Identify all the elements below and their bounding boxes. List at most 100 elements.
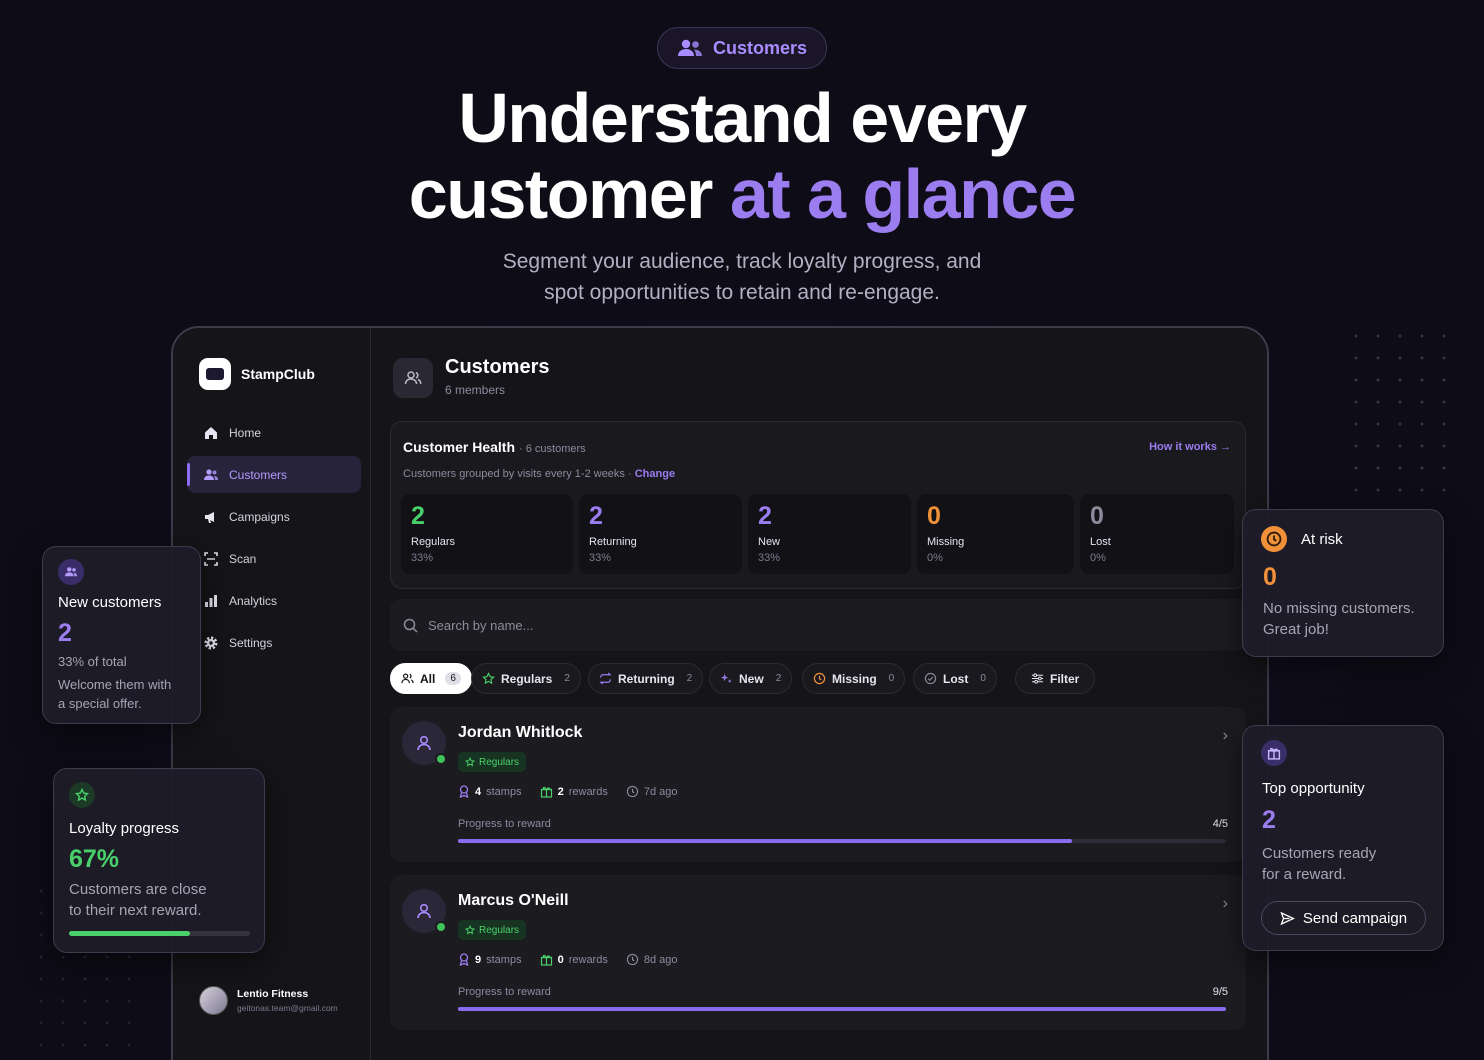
health-card-value: 2 [589, 502, 603, 530]
health-card-lost[interactable]: 0 Lost 0% [1080, 494, 1234, 574]
chip-count: 2 [564, 673, 570, 684]
main-content: Customers 6 members Customer Health · 6 c… [371, 328, 1267, 1060]
health-card-value: 0 [1090, 502, 1104, 530]
award-icon [459, 953, 469, 966]
hero-subtitle-line1: Segment your audience, track loyalty pro… [502, 250, 982, 273]
online-status-dot [435, 753, 447, 765]
progress-fill [458, 839, 1073, 843]
last-visit-stat: 8d ago [626, 953, 678, 966]
card-value: 0 [1263, 563, 1277, 591]
hero-title-accent: at a glance [729, 155, 1077, 233]
change-link[interactable]: Change [635, 468, 675, 480]
users-icon [401, 673, 414, 684]
gift-icon [1261, 740, 1287, 766]
chevron-right-icon[interactable]: › [1223, 895, 1228, 913]
avatar [199, 986, 228, 1015]
account-switcher[interactable]: Lentio Fitness geitonas.team@gmail.com [199, 986, 338, 1015]
chip-label: All [420, 671, 436, 686]
at-risk-card: At risk 0 No missing customers. Great job… [1242, 509, 1444, 657]
filter-button[interactable]: Filter [1015, 663, 1096, 694]
how-it-works-link[interactable]: How it works → [1149, 441, 1231, 453]
chip-new[interactable]: New 2 [709, 663, 793, 694]
health-card-value: 2 [758, 502, 772, 530]
health-card-missing[interactable]: 0 Missing 0% [917, 494, 1074, 574]
chip-missing[interactable]: Missing 0 [802, 663, 906, 694]
health-card-returning[interactable]: 2 Returning 33% [579, 494, 742, 574]
hero-title-plain: customer [408, 155, 730, 233]
health-card-value: 0 [927, 502, 941, 530]
chevron-right-icon[interactable]: › [1223, 727, 1228, 745]
progress-track [458, 839, 1226, 843]
send-campaign-button[interactable]: Send campaign [1261, 901, 1426, 935]
brand[interactable]: StampClub [199, 358, 315, 390]
customer-stats: 4 stamps 2 rewards 7d ago [458, 785, 678, 798]
chip-label: Lost [943, 671, 969, 686]
search-input[interactable]: Search by name... [390, 599, 1246, 651]
sidebar-item-home[interactable]: Home [187, 414, 361, 451]
top-opportunity-card: Top opportunity 2 Customers ready for a r… [1242, 725, 1444, 951]
account-name: Lentio Fitness [237, 988, 309, 1000]
customer-stats: 9 stamps 0 rewards 8d ago [458, 953, 678, 966]
health-count: · 6 customers [519, 443, 586, 455]
sidebar-item-analytics[interactable]: Analytics [187, 582, 361, 619]
progress-label: Progress to reward [458, 818, 551, 830]
filter-button-label: Filter [1050, 671, 1080, 686]
chip-count: 6 [445, 672, 461, 685]
brand-name: StampClub [241, 366, 315, 382]
health-card-percent: 33% [758, 552, 781, 564]
chip-label: New [739, 671, 764, 686]
progress-label: Progress to reward [458, 986, 551, 998]
user-icon [417, 903, 431, 919]
health-card-regulars[interactable]: 2 Regulars 33% [401, 494, 573, 574]
sidebar-item-scan[interactable]: Scan [187, 540, 361, 577]
health-card-percent: 33% [589, 552, 612, 564]
stamps-stat: 4 stamps [458, 785, 522, 798]
sidebar-item-settings[interactable]: Settings [187, 624, 361, 661]
health-card-value: 2 [411, 502, 425, 530]
new-customers-card: New customers 2 33% of total Welcome the… [42, 546, 201, 724]
clock-icon [626, 953, 639, 966]
megaphone-icon [205, 511, 214, 523]
chip-label: Regulars [501, 671, 553, 686]
health-card-percent: 0% [1090, 552, 1106, 564]
card-value: 2 [58, 619, 72, 647]
chip-all[interactable]: All 6 [390, 663, 472, 694]
chip-regulars[interactable]: Regulars 2 [471, 663, 581, 694]
card-text: Customers are close to their next reward. [69, 881, 207, 919]
health-card-percent: 33% [411, 552, 434, 564]
chip-label: Missing [832, 671, 877, 686]
customer-name: Jordan Whitlock [458, 724, 583, 741]
repeat-icon [599, 672, 612, 685]
customer-card[interactable]: Jordan Whitlock › Regulars 4 stamps 2 rewa… [390, 707, 1246, 862]
chip-returning[interactable]: Returning 2 [588, 663, 704, 694]
loyalty-progress-fill [69, 931, 191, 936]
stamps-stat: 9 stamps [458, 953, 522, 966]
star-icon [482, 672, 495, 685]
users-icon [677, 39, 702, 56]
sidebar-item-customers[interactable]: Customers [187, 456, 361, 493]
hero-subtitle-line2: spot opportunities to retain and re-enga… [544, 281, 940, 304]
health-card-new[interactable]: 2 New 33% [748, 494, 911, 574]
card-title: New customers [58, 594, 162, 611]
users-icon [204, 468, 218, 480]
star-icon [465, 925, 475, 935]
sparkles-icon [720, 673, 732, 684]
home-icon [205, 426, 217, 439]
customer-card[interactable]: Marcus O'Neill › Regulars 9 stamps 0 rewar… [390, 875, 1246, 1030]
section-pill-label: Customers [712, 37, 808, 58]
health-title: Customer Health · 6 customers [403, 439, 586, 455]
user-icon [417, 735, 431, 751]
gift-icon [540, 954, 552, 966]
rewards-stat: 0 rewards [540, 953, 608, 966]
card-title: Loyalty progress [69, 820, 180, 837]
chip-lost[interactable]: Lost 0 [913, 663, 997, 694]
sidebar-item-campaigns[interactable]: Campaigns [187, 498, 361, 535]
bar-chart-icon [205, 594, 217, 607]
clock-icon [626, 785, 639, 798]
card-text: No missing customers. Great job! [1263, 600, 1415, 638]
chip-count: 0 [888, 673, 895, 684]
sliders-icon [1031, 673, 1044, 684]
card-text: Customers ready for a reward. [1262, 845, 1377, 883]
send-icon [1280, 911, 1295, 925]
award-icon [459, 785, 469, 798]
